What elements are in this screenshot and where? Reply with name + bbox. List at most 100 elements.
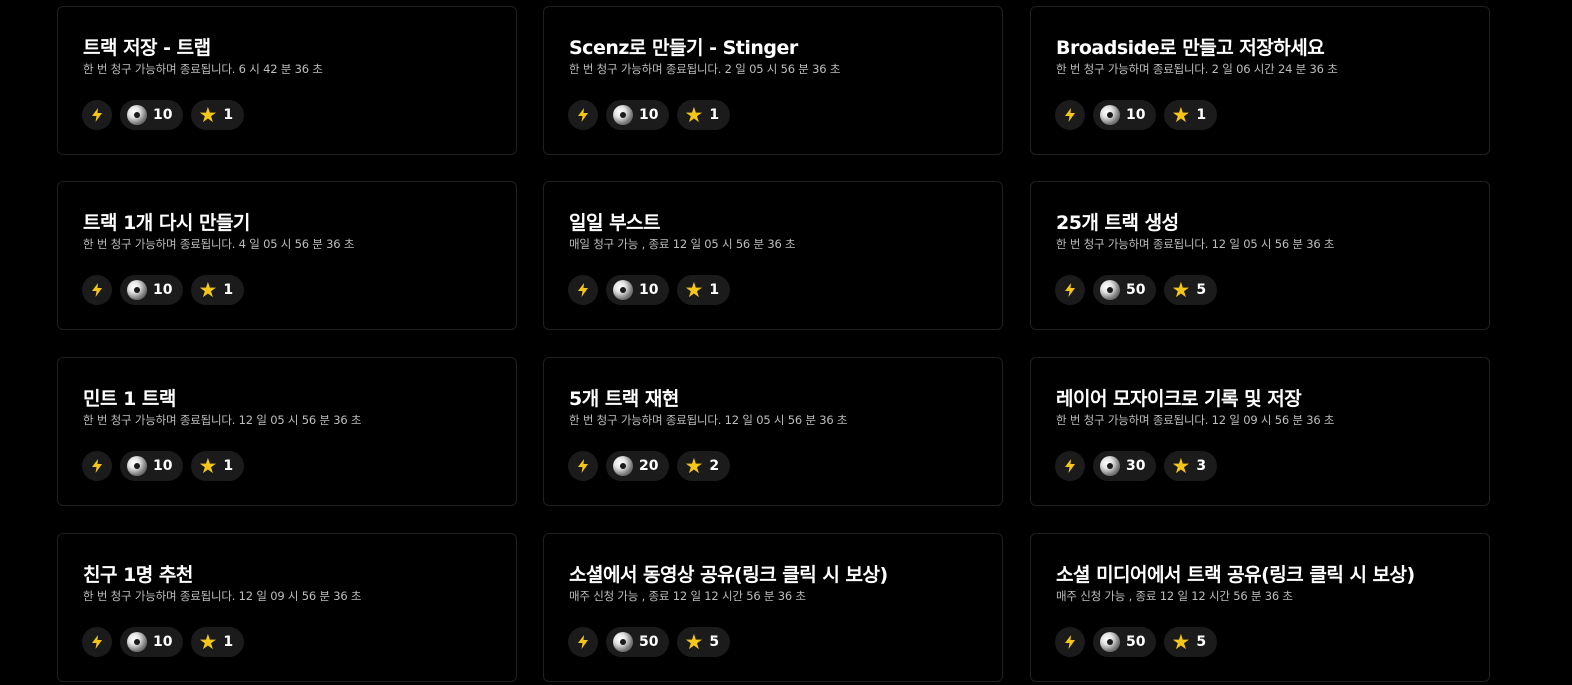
- boost-chip: [1055, 627, 1085, 657]
- quest-subtitle: 매주 신청 가능 , 종료 12 일 12 시간 56 분 36 초: [569, 589, 806, 603]
- points-chip: 50: [606, 627, 670, 657]
- points-value: 10: [153, 107, 173, 123]
- quest-card[interactable]: Scenz로 만들기 - Stinger 한 번 청구 가능하며 종료됩니다. …: [543, 6, 1003, 155]
- star-icon: ★: [198, 102, 218, 127]
- star-icon: ★: [684, 277, 704, 302]
- quest-card[interactable]: 5개 트랙 재현 한 번 청구 가능하며 종료됩니다. 12 일 05 시 56…: [543, 357, 1003, 506]
- points-value: 50: [1126, 634, 1146, 650]
- quest-title: 민트 1 트랙: [83, 388, 176, 410]
- quest-card[interactable]: 레이어 모자이크로 기록 및 저장 한 번 청구 가능하며 종료됩니다. 12 …: [1030, 357, 1490, 506]
- star-icon: ★: [1171, 629, 1191, 654]
- stars-value: 5: [1196, 634, 1207, 650]
- lightning-bolt-icon: [1065, 459, 1075, 473]
- points-value: 20: [639, 458, 659, 474]
- quest-subtitle: 한 번 청구 가능하며 종료됩니다. 12 일 05 시 56 분 36 초: [83, 413, 362, 427]
- points-chip: 30: [1093, 451, 1157, 481]
- stars-value: 1: [1196, 107, 1207, 123]
- points-chip: 10: [120, 627, 184, 657]
- points-chip: 50: [1093, 627, 1157, 657]
- lightning-bolt-icon: [578, 635, 588, 649]
- boost-chip: [568, 100, 598, 130]
- points-chip: 20: [606, 451, 670, 481]
- quest-title: 소셜 미디어에서 트랙 공유(링크 클릭 시 보상): [1056, 564, 1415, 586]
- boost-chip: [568, 275, 598, 305]
- boost-chip: [568, 451, 598, 481]
- quest-subtitle: 한 번 청구 가능하며 종료됩니다. 6 시 42 분 36 초: [83, 62, 323, 76]
- reward-chips: 10 ★ 1: [82, 451, 245, 481]
- quest-card[interactable]: 소셜 미디어에서 트랙 공유(링크 클릭 시 보상) 매주 신청 가능 , 종료…: [1030, 533, 1490, 682]
- quest-card[interactable]: 트랙 1개 다시 만들기 한 번 청구 가능하며 종료됩니다. 4 일 05 시…: [57, 181, 517, 330]
- stars-value: 2: [709, 458, 720, 474]
- points-value: 10: [153, 458, 173, 474]
- points-value: 50: [1126, 282, 1146, 298]
- stars-chip: ★ 1: [677, 275, 731, 305]
- boost-chip: [82, 100, 112, 130]
- disc-token-icon: [613, 632, 633, 652]
- star-icon: ★: [1171, 277, 1191, 302]
- reward-chips: 10 ★ 1: [568, 275, 731, 305]
- points-chip: 10: [1093, 100, 1157, 130]
- quest-title: Scenz로 만들기 - Stinger: [569, 37, 798, 59]
- points-chip: 10: [120, 275, 184, 305]
- stars-chip: ★ 3: [1164, 451, 1218, 481]
- quest-card[interactable]: 25개 트랙 생성 한 번 청구 가능하며 종료됩니다. 12 일 05 시 5…: [1030, 181, 1490, 330]
- star-icon: ★: [1171, 102, 1191, 127]
- quest-title: 레이어 모자이크로 기록 및 저장: [1056, 388, 1302, 410]
- stars-chip: ★ 1: [191, 100, 245, 130]
- quest-subtitle: 한 번 청구 가능하며 종료됩니다. 2 일 05 시 56 분 36 초: [569, 62, 841, 76]
- reward-chips: 10 ★ 1: [82, 100, 245, 130]
- points-value: 10: [1126, 107, 1146, 123]
- disc-token-icon: [1100, 105, 1120, 125]
- points-value: 30: [1126, 458, 1146, 474]
- lightning-bolt-icon: [578, 108, 588, 122]
- disc-token-icon: [1100, 280, 1120, 300]
- disc-token-icon: [127, 280, 147, 300]
- quest-card[interactable]: 친구 1명 추천 한 번 청구 가능하며 종료됩니다. 12 일 09 시 56…: [57, 533, 517, 682]
- disc-token-icon: [1100, 632, 1120, 652]
- quest-title: 5개 트랙 재현: [569, 388, 679, 410]
- quest-title: Broadside로 만들고 저장하세요: [1056, 37, 1325, 59]
- boost-chip: [568, 627, 598, 657]
- disc-token-icon: [613, 456, 633, 476]
- reward-chips: 30 ★ 3: [1055, 451, 1218, 481]
- stars-chip: ★ 5: [677, 627, 731, 657]
- reward-chips: 10 ★ 1: [1055, 100, 1218, 130]
- quest-card[interactable]: Broadside로 만들고 저장하세요 한 번 청구 가능하며 종료됩니다. …: [1030, 6, 1490, 155]
- disc-token-icon: [613, 105, 633, 125]
- quest-title: 25개 트랙 생성: [1056, 212, 1179, 234]
- points-chip: 10: [606, 275, 670, 305]
- star-icon: ★: [1171, 453, 1191, 478]
- quest-subtitle: 한 번 청구 가능하며 종료됩니다. 4 일 05 시 56 분 36 초: [83, 237, 355, 251]
- star-icon: ★: [198, 453, 218, 478]
- disc-token-icon: [1100, 456, 1120, 476]
- reward-chips: 50 ★ 5: [1055, 275, 1218, 305]
- quest-subtitle: 한 번 청구 가능하며 종료됩니다. 12 일 05 시 56 분 36 초: [569, 413, 848, 427]
- lightning-bolt-icon: [92, 108, 102, 122]
- stars-chip: ★ 5: [1164, 627, 1218, 657]
- reward-chips: 50 ★ 5: [568, 627, 731, 657]
- star-icon: ★: [198, 277, 218, 302]
- points-value: 10: [153, 282, 173, 298]
- stars-chip: ★ 5: [1164, 275, 1218, 305]
- reward-chips: 10 ★ 1: [82, 627, 245, 657]
- reward-chips: 20 ★ 2: [568, 451, 731, 481]
- boost-chip: [1055, 275, 1085, 305]
- lightning-bolt-icon: [92, 459, 102, 473]
- lightning-bolt-icon: [92, 283, 102, 297]
- star-icon: ★: [198, 629, 218, 654]
- points-chip: 50: [1093, 275, 1157, 305]
- quest-card[interactable]: 소셜에서 동영상 공유(링크 클릭 시 보상) 매주 신청 가능 , 종료 12…: [543, 533, 1003, 682]
- points-value: 50: [639, 634, 659, 650]
- star-icon: ★: [684, 453, 704, 478]
- disc-token-icon: [127, 105, 147, 125]
- lightning-bolt-icon: [578, 283, 588, 297]
- quest-card[interactable]: 트랙 저장 - 트랩 한 번 청구 가능하며 종료됩니다. 6 시 42 분 3…: [57, 6, 517, 155]
- points-value: 10: [153, 634, 173, 650]
- quest-card[interactable]: 일일 부스트 매일 청구 가능 , 종료 12 일 05 시 56 분 36 초…: [543, 181, 1003, 330]
- points-chip: 10: [120, 451, 184, 481]
- quest-card[interactable]: 민트 1 트랙 한 번 청구 가능하며 종료됩니다. 12 일 05 시 56 …: [57, 357, 517, 506]
- quest-title: 트랙 저장 - 트랩: [83, 37, 211, 59]
- stars-value: 3: [1196, 458, 1207, 474]
- disc-token-icon: [127, 632, 147, 652]
- boost-chip: [82, 627, 112, 657]
